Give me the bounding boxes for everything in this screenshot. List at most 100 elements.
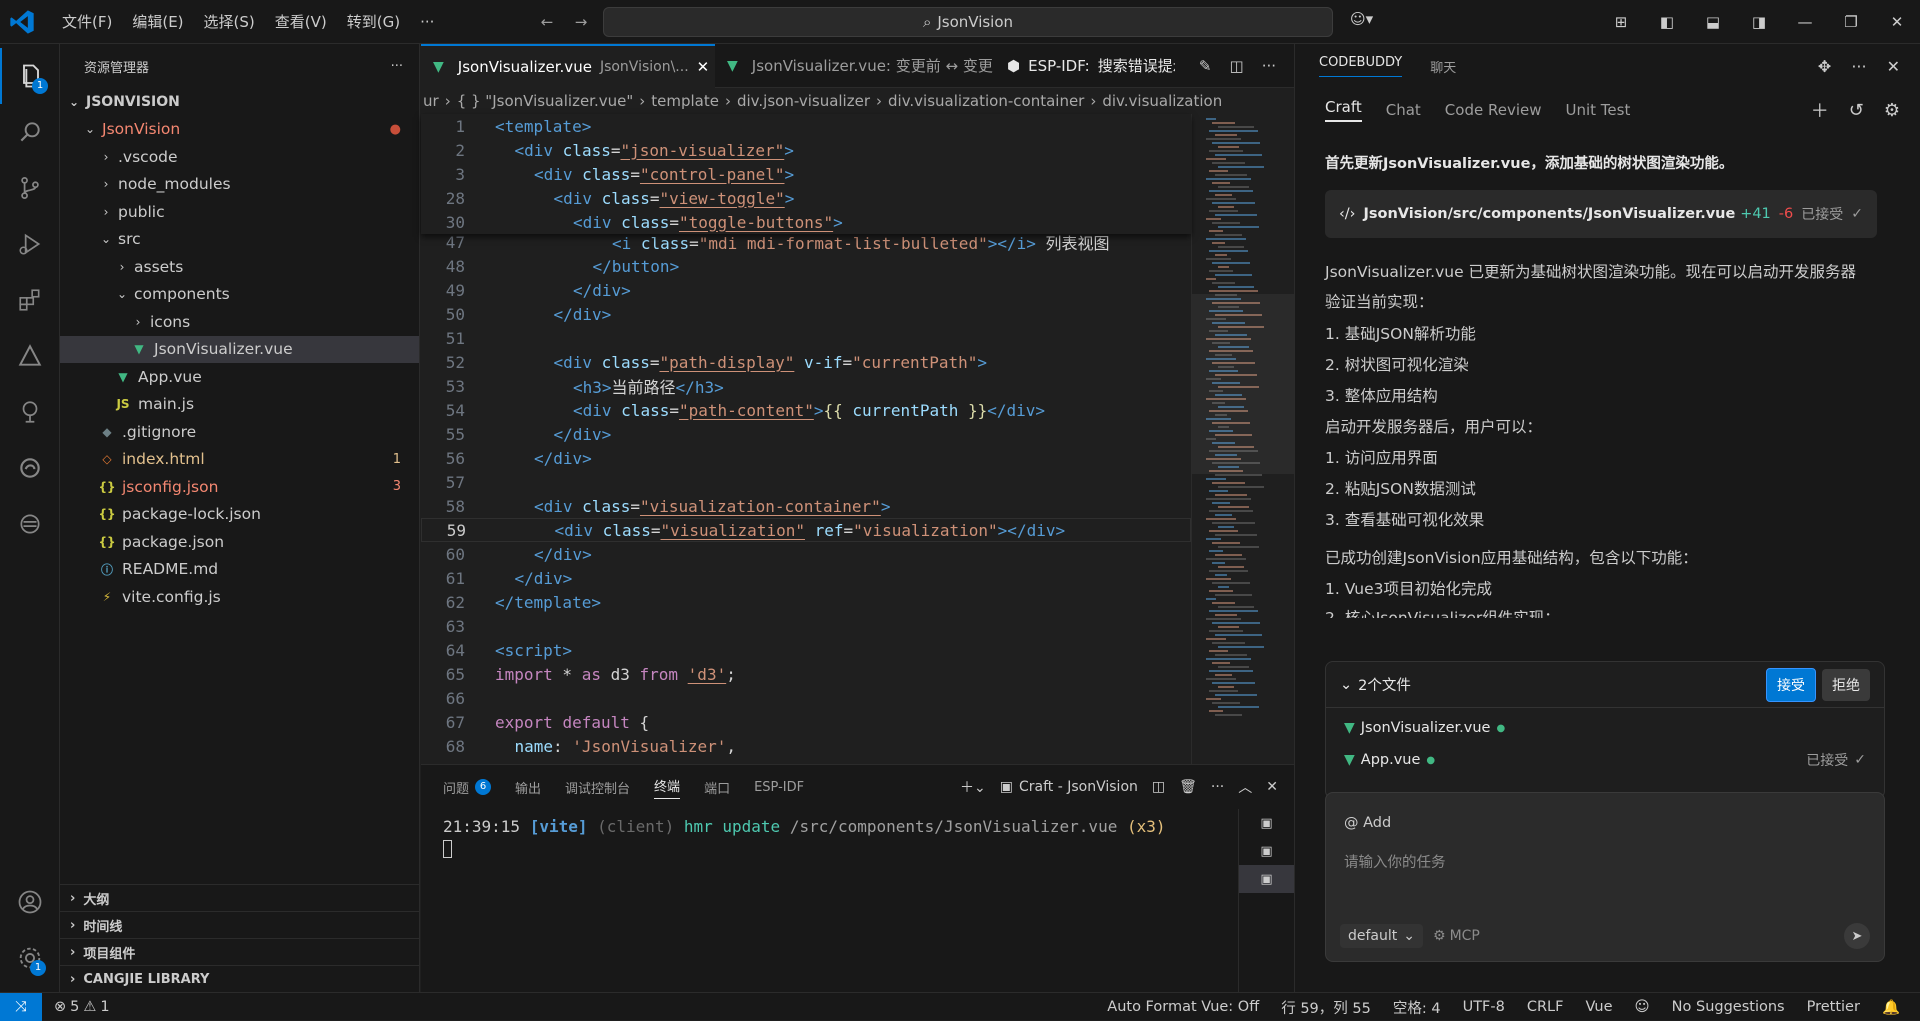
workspace-root[interactable]: ⌄ JSONVISION — [60, 88, 419, 116]
tab-jsonvisualizer[interactable]: ▼ JsonVisualizer.vue JsonVision\... ✕ — [421, 43, 715, 88]
tree-item[interactable]: › assets — [60, 253, 419, 281]
tree-item[interactable]: {} package.json — [60, 528, 419, 556]
split-terminal-icon[interactable]: ◫ — [1152, 779, 1165, 795]
tab-craft[interactable]: Craft — [1325, 98, 1362, 122]
new-chat-icon[interactable]: ＋ — [1811, 97, 1829, 123]
tree-item[interactable]: ⌄ components — [60, 281, 419, 309]
split-editor-icon[interactable]: ◫ — [1230, 57, 1244, 75]
tree-item[interactable]: ⌄ JsonVision ● — [60, 116, 419, 144]
code-line[interactable]: 64 <script> — [421, 638, 1191, 662]
new-terminal-icon[interactable]: ＋⌄ — [960, 777, 986, 797]
search-view-icon[interactable] — [0, 104, 60, 160]
code-line[interactable]: 48 </button> — [421, 254, 1191, 278]
encoding[interactable]: UTF-8 — [1463, 999, 1505, 1015]
task-input[interactable]: 请输入你的任务 — [1344, 851, 1446, 872]
edit-icon[interactable]: ✎ — [1199, 57, 1212, 75]
code-line[interactable]: 62 </template> — [421, 590, 1191, 614]
tab-unit-test[interactable]: Unit Test — [1565, 101, 1630, 119]
code-line[interactable]: 50 </div> — [421, 302, 1191, 326]
code-line[interactable]: 54 <div class="path-content">{{ currentPa… — [421, 398, 1191, 422]
chevron-down-icon[interactable]: ⌄ — [1340, 677, 1352, 693]
history-icon[interactable]: ↺ — [1849, 100, 1864, 121]
breadcrumb-item[interactable]: { } "JsonVisualizer.vue" — [457, 92, 634, 110]
code-line[interactable]: 65 import * as d3 from 'd3'; — [421, 662, 1191, 686]
tree-item[interactable]: ⚡ vite.config.js — [60, 583, 419, 611]
tree-item[interactable]: ▼ App.vue — [60, 363, 419, 391]
copilot-icon[interactable]: ☺▾ — [1350, 10, 1373, 28]
code-line[interactable]: 1 <template> — [421, 114, 1191, 138]
tree-view-icon[interactable] — [0, 384, 60, 440]
more-actions-icon[interactable]: ··· — [391, 59, 403, 74]
restore-icon[interactable]: ❐ — [1828, 0, 1874, 44]
breadcrumb-item[interactable]: template — [651, 92, 719, 110]
maximize-panel-icon[interactable]: ︿ — [1238, 777, 1252, 797]
breadcrumb-item[interactable]: ur — [423, 92, 439, 110]
problems-status[interactable]: ⊗ 5 ⚠ 1 — [54, 999, 110, 1015]
code-line[interactable]: 63 — [421, 614, 1191, 638]
menu-go[interactable]: 转到(G) — [337, 0, 410, 44]
add-context-button[interactable]: @ Add — [1344, 815, 1391, 831]
edge-icon[interactable] — [0, 440, 60, 496]
minimize-icon[interactable]: — — [1782, 0, 1828, 44]
customize-layout-icon[interactable]: ⊞ — [1598, 0, 1644, 44]
tab-diff[interactable]: ▼ JsonVisualizer.vue: 变更前 ↔ 变更 — [715, 44, 995, 88]
code-line[interactable]: 52 <div class="path-display" v-if="curren… — [421, 350, 1191, 374]
close-window-icon[interactable]: ✕ — [1874, 0, 1920, 44]
remote-explorer-icon[interactable] — [0, 496, 60, 552]
code-line[interactable]: 2 <div class="json-visualizer"> — [421, 138, 1191, 162]
cangjie-library-section[interactable]: › CANGJIE LIBRARY — [60, 965, 420, 992]
code-line[interactable]: 51 — [421, 326, 1191, 350]
code-line[interactable]: 61 </div> — [421, 566, 1191, 590]
tab-debug-console[interactable]: 调试控制台 — [565, 778, 630, 797]
code-line[interactable]: 30 <div class="toggle-buttons"> — [421, 210, 1191, 234]
move-icon[interactable]: ✥ — [1818, 57, 1831, 76]
trash-icon[interactable]: 🗑 — [1179, 779, 1197, 795]
code-line[interactable]: 66 — [421, 686, 1191, 710]
breadcrumb-item[interactable]: div.visualization — [1102, 92, 1222, 110]
toggle-panel-icon[interactable]: ⬓ — [1690, 0, 1736, 44]
code-line[interactable]: 68 name: 'JsonVisualizer', — [421, 734, 1191, 758]
language-mode[interactable]: Vue — [1585, 999, 1612, 1015]
terminal-instance-icon[interactable]: ▣ — [1239, 865, 1294, 893]
auto-format-status[interactable]: Auto Format Vue: Off — [1107, 999, 1259, 1015]
terminal-instance-icon[interactable]: ▣ — [1239, 809, 1294, 837]
tree-item[interactable]: ▼ JsonVisualizer.vue — [60, 335, 419, 363]
code-line[interactable]: 57 — [421, 470, 1191, 494]
tree-item[interactable]: {} package-lock.json — [60, 501, 419, 529]
codebuddy-icon[interactable] — [0, 328, 60, 384]
sticky-scroll[interactable]: 1 <template> 2 <div class="json-visualizer"… — [421, 114, 1191, 234]
changed-file-item[interactable]: ▼ JsonVisualizer.vue ● — [1326, 712, 1884, 744]
forward-arrow-icon[interactable]: → — [564, 10, 598, 34]
remote-icon[interactable]: ⤨ — [0, 992, 42, 1021]
line-ending[interactable]: CRLF — [1527, 999, 1564, 1015]
menu-selection[interactable]: 选择(S) — [194, 0, 265, 44]
code-line[interactable]: 60 </div> — [421, 542, 1191, 566]
run-debug-icon[interactable] — [0, 216, 60, 272]
toggle-sidebar-icon[interactable]: ◧ — [1644, 0, 1690, 44]
tree-item[interactable]: ◆ .gitignore — [60, 418, 419, 446]
terminal-selector[interactable]: ▣ Craft - JsonVision — [1000, 779, 1138, 795]
account-icon[interactable] — [0, 874, 60, 930]
tab-terminal[interactable]: 终端 — [654, 776, 681, 799]
mcp-button[interactable]: ⚙ MCP — [1433, 928, 1480, 944]
tab-problems[interactable]: 问题 6 — [443, 778, 492, 797]
close-panel-icon[interactable]: ✕ — [1266, 779, 1278, 795]
tree-item[interactable]: › node_modules — [60, 171, 419, 199]
tab-esp-idf-panel[interactable]: ESP-IDF — [754, 780, 804, 795]
indentation[interactable]: 空格: 4 — [1393, 997, 1441, 1018]
outline-section[interactable]: › 大纲 — [60, 884, 420, 911]
panel-more-icon[interactable]: ··· — [1211, 779, 1224, 795]
code-line[interactable]: 53 <h3>当前路径</h3> — [421, 374, 1191, 398]
tab-esp-idf[interactable]: ⬢ ESP-IDF: 搜索错误提示 — [995, 44, 1175, 88]
accept-all-button[interactable]: 接受 — [1766, 667, 1816, 702]
code-line[interactable]: 58 <div class="visualization-container"> — [421, 494, 1191, 518]
tree-item[interactable]: › public — [60, 198, 419, 226]
cursor-position[interactable]: 行 59，列 55 — [1281, 997, 1371, 1018]
timeline-section[interactable]: › 时间线 — [60, 911, 420, 938]
tab-output[interactable]: 输出 — [515, 778, 541, 797]
toggle-secondary-sidebar-icon[interactable]: ◨ — [1736, 0, 1782, 44]
editor-more-icon[interactable]: ··· — [1262, 57, 1276, 75]
code-line[interactable]: 55 </div> — [421, 422, 1191, 446]
changed-file-item[interactable]: ▼ App.vue ● 已接受 ✓ — [1326, 744, 1884, 776]
code-line[interactable]: 49 </div> — [421, 278, 1191, 302]
